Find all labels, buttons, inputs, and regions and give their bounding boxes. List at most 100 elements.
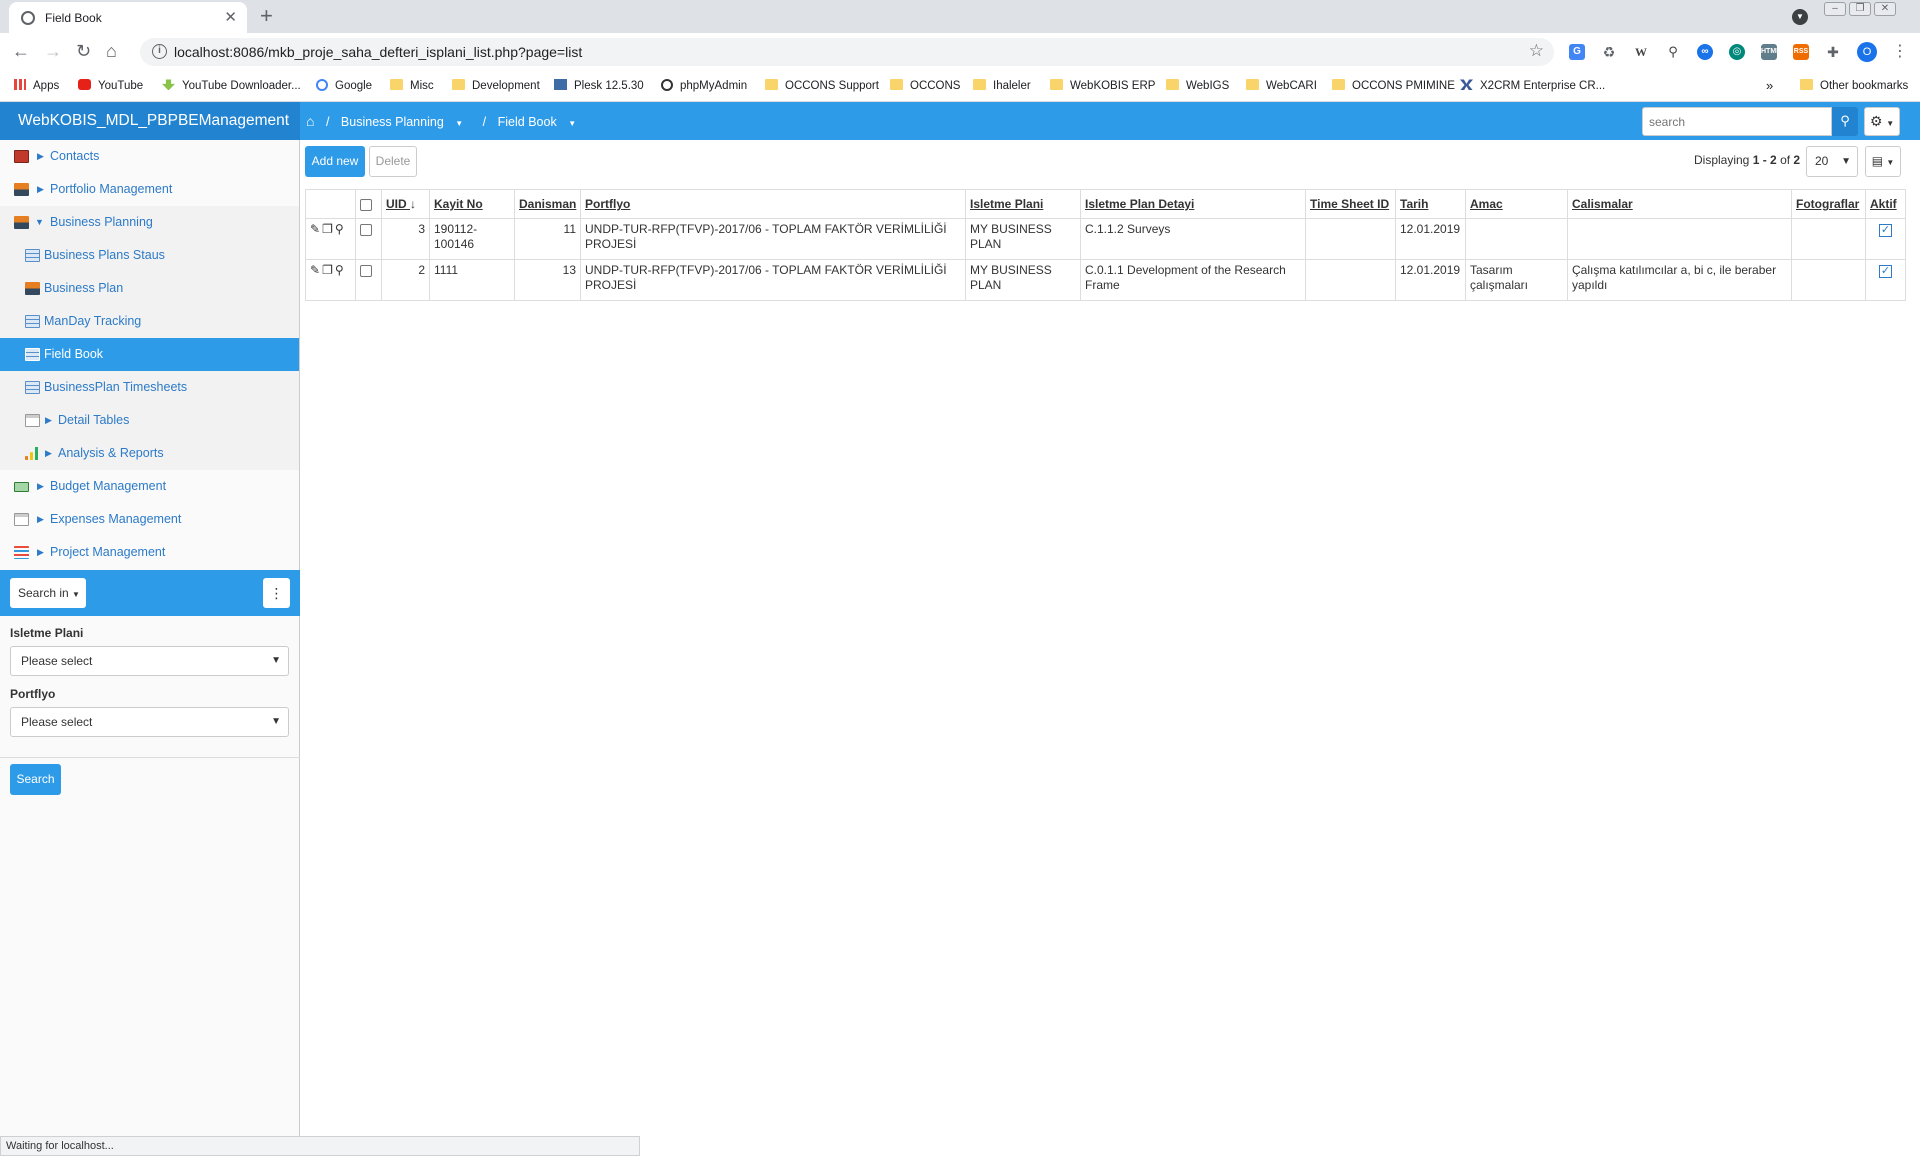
- map-pin-extension-icon[interactable]: ⚲: [1665, 44, 1681, 60]
- sidebar-item-business-planning[interactable]: ▼ Business Planning: [0, 206, 299, 239]
- header-fotograflar[interactable]: Fotograflar: [1791, 189, 1866, 219]
- forward-icon[interactable]: →: [44, 39, 62, 63]
- search-button[interactable]: ⚲: [1832, 107, 1858, 136]
- copy-icon[interactable]: ❐: [322, 222, 335, 236]
- header-calismalar[interactable]: Calismalar: [1567, 189, 1792, 219]
- bookmark-webkobis-erp[interactable]: WebKOBIS ERP: [1050, 78, 1155, 94]
- header-isletme-plani[interactable]: Isletme Plani: [965, 189, 1081, 219]
- select-all-checkbox[interactable]: [360, 198, 372, 211]
- settings-button[interactable]: ⚙ ▼: [1864, 107, 1900, 136]
- breadcrumb-page[interactable]: Field Book ▼: [498, 115, 584, 129]
- header-aktif[interactable]: Aktif: [1865, 189, 1906, 219]
- bookmark-webigs[interactable]: WebIGS: [1166, 78, 1229, 94]
- bookmark-development[interactable]: Development: [452, 78, 540, 94]
- breadcrumb-section[interactable]: Business Planning ▼: [341, 115, 471, 129]
- browser-menu-icon[interactable]: ⋮: [1892, 41, 1908, 61]
- search-submit-button[interactable]: Search: [10, 764, 61, 795]
- sidebar-item-manday-tracking[interactable]: ManDay Tracking: [0, 305, 299, 338]
- bookmark-google[interactable]: Google: [316, 78, 372, 94]
- header-portflyo[interactable]: Portflyo: [580, 189, 966, 219]
- close-window-icon[interactable]: ✕: [1874, 2, 1896, 16]
- row-checkbox[interactable]: [360, 223, 372, 236]
- wikipedia-extension-icon[interactable]: W: [1633, 44, 1649, 60]
- search-in-dropdown[interactable]: Search in ▼: [10, 578, 86, 608]
- x2crm-icon: [1460, 79, 1473, 91]
- bookmark-occons-support[interactable]: OCCONS Support: [765, 78, 879, 94]
- minimize-icon[interactable]: –: [1824, 2, 1846, 16]
- sidebar-item-contacts[interactable]: ▶ Contacts: [0, 140, 299, 173]
- delete-button[interactable]: Delete: [369, 146, 417, 177]
- cell-tarih: 12.01.2019: [1395, 218, 1466, 260]
- sidebar-item-field-book[interactable]: Field Book: [0, 338, 299, 371]
- bookmark-x2crm[interactable]: X2CRM Enterprise CR...: [1460, 78, 1605, 94]
- page-size-select[interactable]: 20 ▼: [1806, 146, 1858, 177]
- address-bar[interactable]: i localhost:8086/mkb_proje_saha_defteri_…: [140, 38, 1554, 66]
- sidebar-item-business-plans-staus[interactable]: Business Plans Staus: [0, 239, 299, 272]
- bookmark-apps[interactable]: Apps: [14, 78, 59, 94]
- tab-search-icon[interactable]: ▼: [1792, 9, 1808, 25]
- view-icon[interactable]: ⚲: [335, 222, 346, 236]
- html-extension-icon[interactable]: HTML: [1761, 44, 1780, 60]
- sidebar-item-budget-management[interactable]: ▶ Budget Management: [0, 470, 299, 503]
- app-title[interactable]: WebKOBIS_MDL_PBPBEManagement: [0, 102, 300, 140]
- bookmark-occons[interactable]: OCCONS: [890, 78, 960, 94]
- header-danisman[interactable]: Danisman: [514, 189, 581, 219]
- bookmark-youtube-downloader[interactable]: YouTube Downloader...: [162, 78, 301, 94]
- site-info-icon[interactable]: i: [152, 44, 167, 59]
- print-button[interactable]: ▤ ▼: [1865, 146, 1901, 177]
- header-time-sheet-id[interactable]: Time Sheet ID: [1305, 189, 1396, 219]
- view-icon[interactable]: ⚲: [335, 263, 346, 277]
- globe-extension-icon[interactable]: ◎: [1729, 44, 1745, 60]
- header-uid[interactable]: UID ↓: [381, 189, 430, 219]
- browser-tab[interactable]: Field Book ✕: [9, 2, 247, 33]
- copy-icon[interactable]: ❐: [322, 263, 335, 277]
- close-tab-icon[interactable]: ✕: [224, 8, 237, 26]
- globe-icon: [661, 78, 673, 91]
- sidebar-item-portfolio-management[interactable]: ▶ Portfolio Management: [0, 173, 299, 206]
- search-panel-menu-icon[interactable]: ⋮: [263, 578, 290, 608]
- bookmark-phpmyadmin[interactable]: phpMyAdmin: [661, 78, 747, 94]
- breadcrumb-separator: /: [482, 115, 487, 129]
- bookmark-youtube[interactable]: YouTube: [78, 78, 143, 94]
- row-select[interactable]: [355, 218, 382, 260]
- bookmark-webcari[interactable]: WebCARI: [1246, 78, 1317, 94]
- header-tarih[interactable]: Tarih: [1395, 189, 1466, 219]
- row-select[interactable]: [355, 259, 382, 301]
- sidebar-item-expenses-management[interactable]: ▶ Expenses Management: [0, 503, 299, 536]
- restore-icon[interactable]: ❐: [1849, 2, 1871, 16]
- isletme-plani-select[interactable]: Please select ▼: [10, 646, 289, 676]
- home-icon[interactable]: ⌂: [306, 113, 314, 129]
- bookmark-occons-pmimine[interactable]: OCCONS PMIMINE: [1332, 78, 1455, 94]
- sidebar-item-business-plan[interactable]: Business Plan: [0, 272, 299, 305]
- more-bookmarks-icon[interactable]: »: [1766, 78, 1773, 94]
- sidebar-item-detail-tables[interactable]: ▶ Detail Tables: [0, 404, 299, 437]
- bookmark-misc[interactable]: Misc: [390, 78, 434, 94]
- reload-icon[interactable]: ↻: [76, 39, 91, 63]
- back-icon[interactable]: ←: [12, 39, 30, 63]
- search-input[interactable]: [1642, 107, 1832, 136]
- bookmark-star-icon[interactable]: ☆: [1529, 41, 1544, 61]
- puzzle-extensions-icon[interactable]: ✚: [1825, 44, 1841, 60]
- infinity-extension-icon[interactable]: ∞: [1697, 44, 1713, 60]
- new-tab-icon[interactable]: +: [260, 4, 273, 28]
- home-icon[interactable]: ⌂: [106, 39, 117, 63]
- portflyo-select[interactable]: Please select ▼: [10, 707, 289, 737]
- profile-avatar[interactable]: O: [1857, 42, 1877, 62]
- bookmark-plesk[interactable]: Plesk 12.5.30: [554, 78, 644, 94]
- sidebar-item-analysis-reports[interactable]: ▶ Analysis & Reports: [0, 437, 299, 470]
- bookmark-ihaleler[interactable]: Ihaleler: [973, 78, 1031, 94]
- sidebar-item-project-management[interactable]: ▶ Project Management: [0, 536, 299, 569]
- header-amac[interactable]: Amac: [1465, 189, 1568, 219]
- bookmark-other[interactable]: Other bookmarks: [1800, 78, 1908, 94]
- edit-icon[interactable]: ✎: [310, 263, 322, 277]
- row-checkbox[interactable]: [360, 264, 372, 277]
- header-kayit-no[interactable]: Kayit No: [429, 189, 515, 219]
- add-new-button[interactable]: Add new: [305, 146, 365, 177]
- edit-icon[interactable]: ✎: [310, 222, 322, 236]
- header-select-all[interactable]: [355, 189, 382, 219]
- recycle-extension-icon[interactable]: ♻: [1601, 44, 1617, 60]
- rss-extension-icon[interactable]: RSS: [1793, 44, 1809, 60]
- sidebar-item-businessplan-timesheets[interactable]: BusinessPlan Timesheets: [0, 371, 299, 404]
- header-isletme-plan-detayi[interactable]: Isletme Plan Detayi: [1080, 189, 1306, 219]
- translate-extension-icon[interactable]: G: [1569, 44, 1585, 60]
